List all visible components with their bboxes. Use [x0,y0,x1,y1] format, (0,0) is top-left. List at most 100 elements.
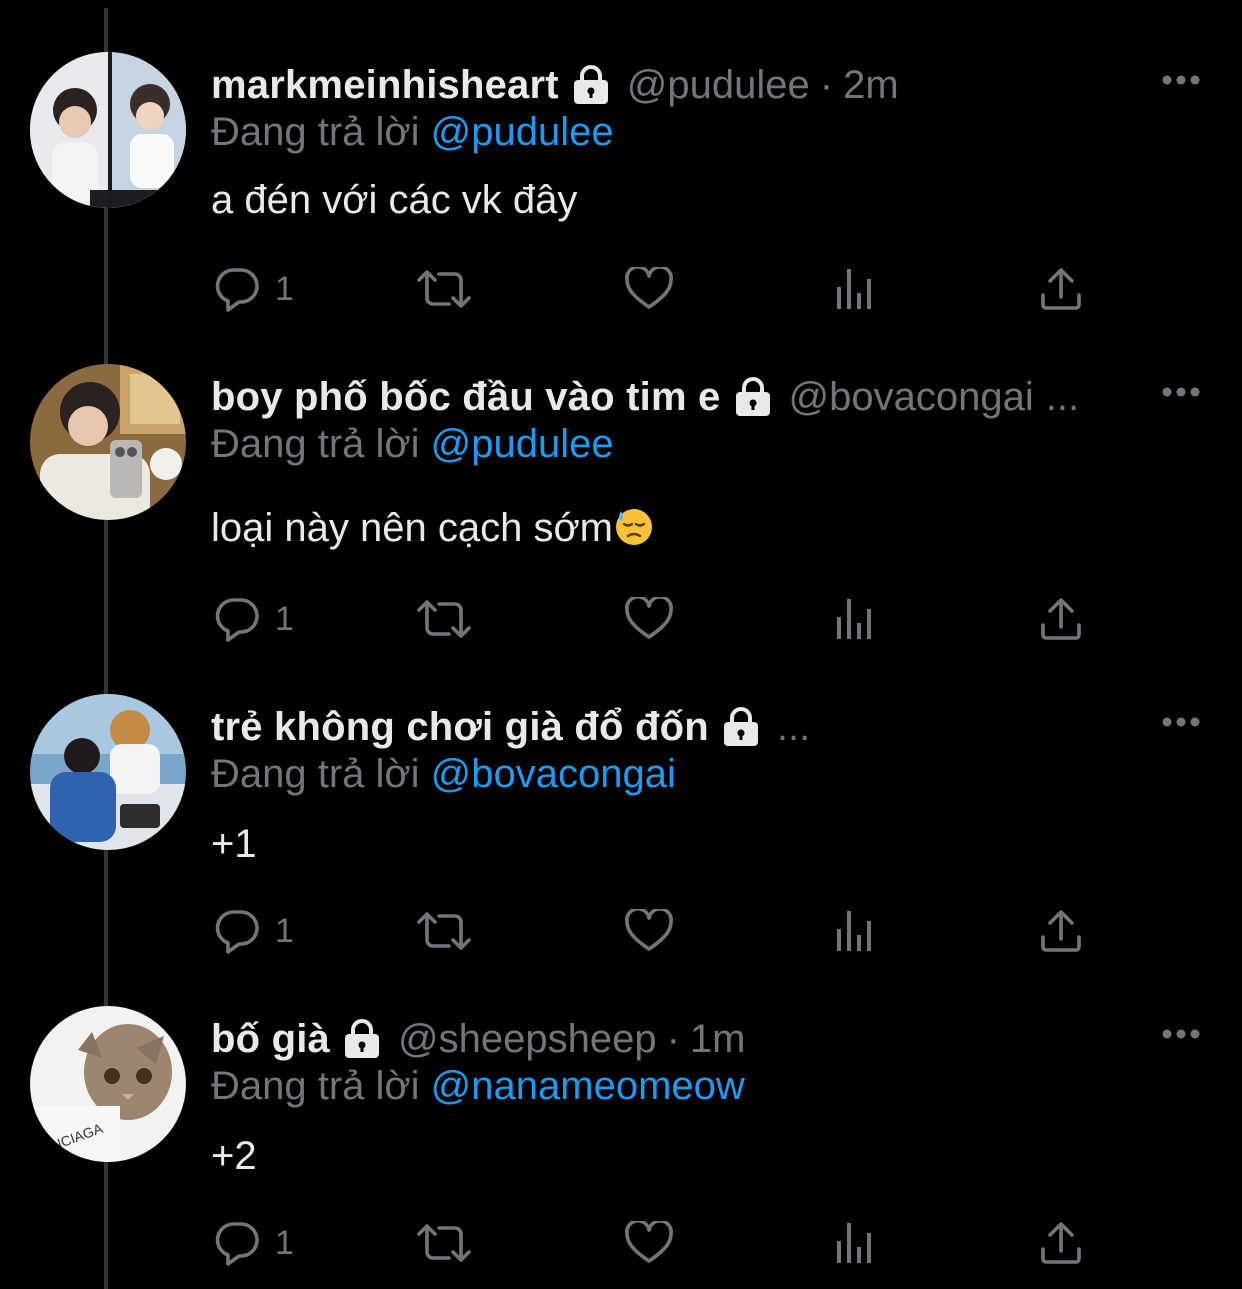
share-icon [1039,267,1083,311]
tweet-text-container: loại này nên cạch sớm [211,504,655,552]
retweet-button[interactable] [415,1218,473,1268]
avatar[interactable] [30,694,186,850]
reply-prefix: Đang trả lời [211,422,420,466]
retweet-icon [415,1222,473,1264]
tweet-header: bố già @sheepsheep · 1m [211,1016,745,1062]
like-button[interactable] [625,1218,673,1268]
lock-icon [731,376,775,418]
reply-button[interactable]: 1 [213,264,294,314]
handle[interactable]: @bovacongai [789,374,1034,420]
retweet-button[interactable] [415,264,473,314]
share-button[interactable] [1039,1218,1083,1268]
reply-count: 1 [275,599,294,638]
truncation-ellipsis: ... [776,705,811,749]
replying-to: Đang trả lời @nanameomeow [211,1062,745,1110]
separator-dot: · [819,63,834,107]
lock-icon [569,64,613,106]
display-name[interactable]: boy phố bốc đầu vào tim e [211,374,721,420]
views-button[interactable] [835,906,877,956]
views-icon [835,597,877,641]
avatar[interactable]: ENCIAGA [30,1006,186,1162]
reply-to-handle[interactable]: @pudulee [431,110,614,154]
retweet-icon [415,910,473,952]
like-icon [625,1221,673,1265]
tweet-header: markmeinhisheart @pudulee · 2m [211,62,899,108]
share-icon [1039,1221,1083,1265]
views-icon [835,267,877,311]
share-button[interactable] [1039,594,1083,644]
replying-to: Đang trả lời @pudulee [211,420,614,468]
reply-to-handle[interactable]: @bovacongai [431,752,676,796]
tweet-text: +2 [211,1134,257,1178]
timestamp[interactable]: 1m [690,1016,746,1062]
reply-count: 1 [275,269,294,308]
views-icon [835,1221,877,1265]
truncation-ellipsis: ... [1045,375,1080,419]
share-icon [1039,597,1083,641]
share-button[interactable] [1039,906,1083,956]
retweet-button[interactable] [415,594,473,644]
reply-prefix: Đang trả lời [211,110,420,154]
retweet-icon [415,268,473,310]
tweet-actions: 1 [211,594,1111,644]
views-button[interactable] [835,264,877,314]
tweet-actions: 1 [211,264,1111,314]
more-icon[interactable] [1160,1026,1202,1042]
share-icon [1039,909,1083,953]
retweet-button[interactable] [415,906,473,956]
tweet-header: boy phố bốc đầu vào tim e @bovacongai ..… [211,374,1079,420]
avatar[interactable] [30,52,186,208]
replying-to: Đang trả lời @bovacongai [211,750,676,798]
tweet[interactable]: boy phố bốc đầu vào tim e @bovacongai ..… [0,312,1242,642]
reply-prefix: Đang trả lời [211,1064,420,1108]
separator-dot: · [666,1017,680,1061]
tweet-text: a đén với các vk đây [211,178,578,222]
reply-button[interactable]: 1 [213,906,294,956]
reply-thread: markmeinhisheart @pudulee · 2m Đang trả … [0,0,1242,1289]
display-name[interactable]: bố già [211,1016,330,1062]
views-icon [835,909,877,953]
timestamp[interactable]: 2m [843,62,899,108]
reply-icon [213,1220,261,1266]
lock-icon [719,706,763,748]
reply-count: 1 [275,1223,294,1262]
reply-to-handle[interactable]: @nanameomeow [431,1064,745,1108]
like-button[interactable] [625,264,673,314]
replying-to: Đang trả lời @pudulee [211,108,614,156]
display-name[interactable]: trẻ không chơi già đổ đốn [211,704,709,750]
views-button[interactable] [835,1218,877,1268]
tweet-actions: 1 [211,906,1111,956]
downcast-face-with-sweat-emoji [613,505,655,547]
tweet-header: trẻ không chơi già đổ đốn ... [211,704,810,750]
handle[interactable]: @pudulee [627,62,810,108]
tweet-text: +1 [211,822,257,866]
reply-button[interactable]: 1 [213,594,294,644]
like-icon [625,909,673,953]
handle[interactable]: @sheepsheep [398,1016,657,1062]
tweet-actions: 1 [211,1218,1111,1268]
retweet-icon [415,598,473,640]
more-icon[interactable] [1160,714,1202,730]
views-button[interactable] [835,594,877,644]
tweet-text: loại này nên cạch sớm [211,506,613,550]
like-icon [625,597,673,641]
reply-count: 1 [275,911,294,950]
reply-prefix: Đang trả lời [211,752,420,796]
display-name[interactable]: markmeinhisheart [211,62,559,108]
tweet[interactable]: trẻ không chơi già đổ đốn ... Đang trả l… [0,642,1242,954]
like-icon [625,267,673,311]
avatar[interactable] [30,364,186,520]
reply-button[interactable]: 1 [213,1218,294,1268]
like-button[interactable] [625,594,673,644]
like-button[interactable] [625,906,673,956]
tweet[interactable]: markmeinhisheart @pudulee · 2m Đang trả … [0,0,1242,312]
more-icon[interactable] [1160,72,1202,88]
lock-icon [340,1018,384,1060]
more-icon[interactable] [1160,384,1202,400]
share-button[interactable] [1039,264,1083,314]
reply-to-handle[interactable]: @pudulee [431,422,614,466]
tweet[interactable]: ENCIAGA bố già @sheepsheep · 1m Đang trả… [0,954,1242,1266]
reply-icon [213,266,261,312]
reply-icon [213,596,261,642]
reply-icon [213,908,261,954]
